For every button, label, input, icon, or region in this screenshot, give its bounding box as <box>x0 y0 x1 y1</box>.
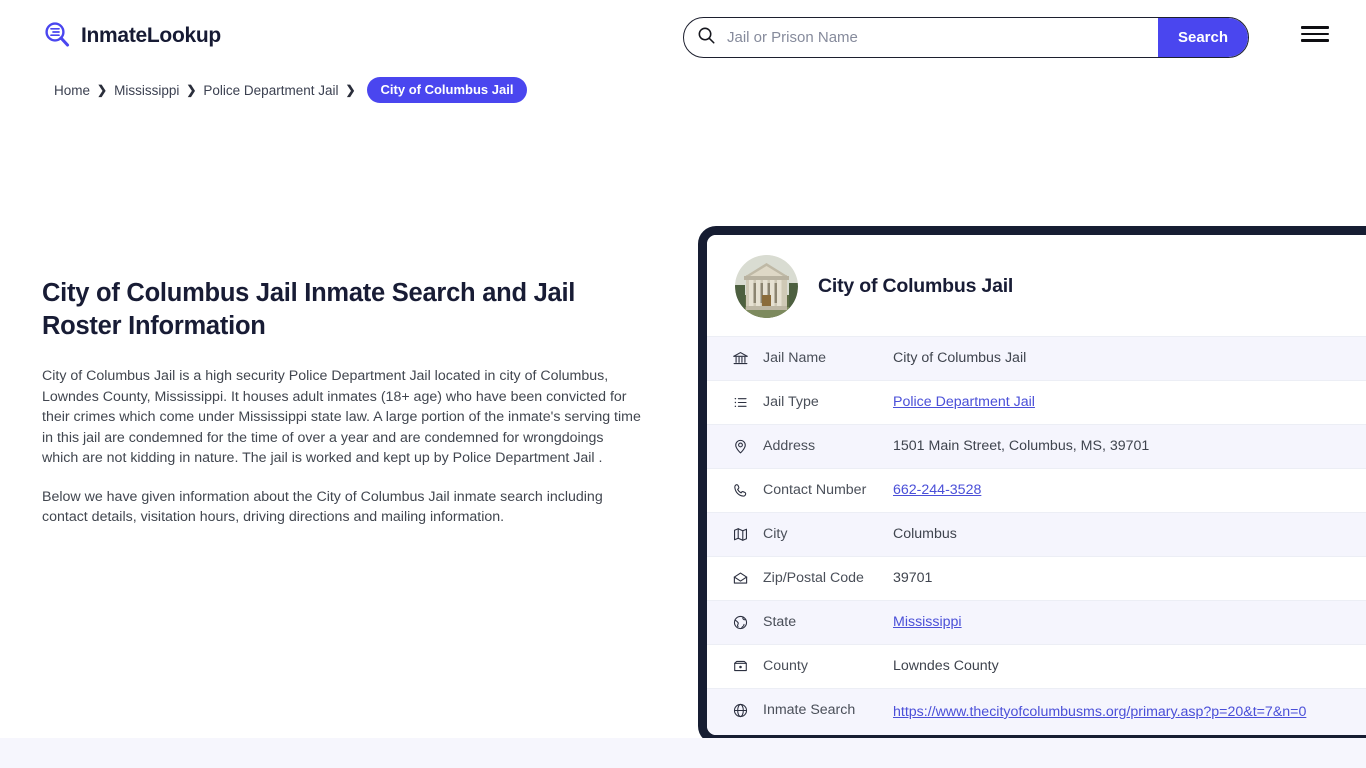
map-flag-icon <box>729 656 751 677</box>
hamburger-line <box>1301 26 1329 29</box>
row-label: County <box>763 658 808 674</box>
article-paragraph-1: City of Columbus Jail is a high security… <box>42 368 641 467</box>
hamburger-menu-icon[interactable] <box>1301 24 1329 44</box>
site-header: InmateLookup Search <box>0 0 1366 74</box>
site-logo[interactable]: InmateLookup <box>42 20 221 50</box>
row-label: Zip/Postal Code <box>763 570 864 586</box>
table-row: Inmate Search https://www.thecityofcolum… <box>707 688 1366 735</box>
map-pin-icon <box>729 436 751 457</box>
row-value: 39701 <box>893 570 933 586</box>
search-button[interactable]: Search <box>1158 18 1248 57</box>
search-input[interactable] <box>716 18 1158 57</box>
table-row: Contact Number 662-244-3528 <box>707 468 1366 512</box>
row-label: Jail Type <box>763 394 819 410</box>
page-title: City of Columbus Jail Inmate Search and … <box>42 279 576 340</box>
jail-card-title: City of Columbus Jail <box>818 275 1014 297</box>
bank-icon <box>729 348 751 369</box>
table-row: State Mississippi <box>707 600 1366 644</box>
globe-icon <box>729 700 751 721</box>
table-row: City Columbus <box>707 512 1366 556</box>
row-value: 662-244-3528 <box>886 480 1366 500</box>
jail-type-link[interactable]: Police Department Jail <box>893 394 1035 410</box>
table-row: Jail Type Police Department Jail <box>707 380 1366 424</box>
globe-shield-icon <box>729 612 751 633</box>
row-label: Inmate Search <box>763 702 856 718</box>
state-link[interactable]: Mississippi <box>893 614 962 630</box>
courthouse-building-photo <box>735 255 798 318</box>
phone-icon <box>729 480 751 501</box>
list-icon <box>729 392 751 413</box>
brand-name: InmateLookup <box>81 23 221 47</box>
map-icon <box>729 524 751 545</box>
row-label: City <box>763 526 788 542</box>
contact-number-link[interactable]: 662-244-3528 <box>893 482 981 498</box>
hamburger-line <box>1301 39 1329 42</box>
magnifier-list-icon <box>42 20 72 50</box>
row-value: City of Columbus Jail <box>893 350 1027 366</box>
row-value: Mississippi <box>886 612 1366 632</box>
article-paragraph-2: Below we have given information about th… <box>42 488 603 526</box>
row-label: State <box>763 614 797 630</box>
search-icon <box>697 26 716 50</box>
row-label: Jail Name <box>763 350 827 366</box>
main-content: City of Columbus Jail Inmate Search and … <box>0 74 1366 744</box>
jail-info-card-header: City of Columbus Jail <box>707 235 1366 336</box>
jail-info-table: Jail Name City of Columbus Jail Jail Typ… <box>707 336 1366 735</box>
hamburger-line <box>1301 32 1329 36</box>
article-column: City of Columbus Jail Inmate Search and … <box>42 277 642 528</box>
jail-info-card: City of Columbus Jail Jail Name City of … <box>698 226 1366 744</box>
row-value: Columbus <box>893 526 957 542</box>
row-label: Contact Number <box>763 482 867 498</box>
footer-strip <box>0 738 1366 768</box>
row-value: https://www.thecityofcolumbusms.org/prim… <box>886 700 1366 724</box>
envelope-icon <box>729 568 751 589</box>
row-label: Address <box>763 438 816 454</box>
row-value: 1501 Main Street, Columbus, MS, 39701 <box>893 438 1150 454</box>
row-value: Police Department Jail <box>886 392 1366 412</box>
table-row: County Lowndes County <box>707 644 1366 688</box>
table-row: Jail Name City of Columbus Jail <box>707 336 1366 380</box>
table-row: Address 1501 Main Street, Columbus, MS, … <box>707 424 1366 468</box>
table-row: Zip/Postal Code 39701 <box>707 556 1366 600</box>
inmate-search-link[interactable]: https://www.thecityofcolumbusms.org/prim… <box>893 704 1306 720</box>
row-value: Lowndes County <box>893 658 999 674</box>
search-bar[interactable]: Search <box>683 17 1249 58</box>
